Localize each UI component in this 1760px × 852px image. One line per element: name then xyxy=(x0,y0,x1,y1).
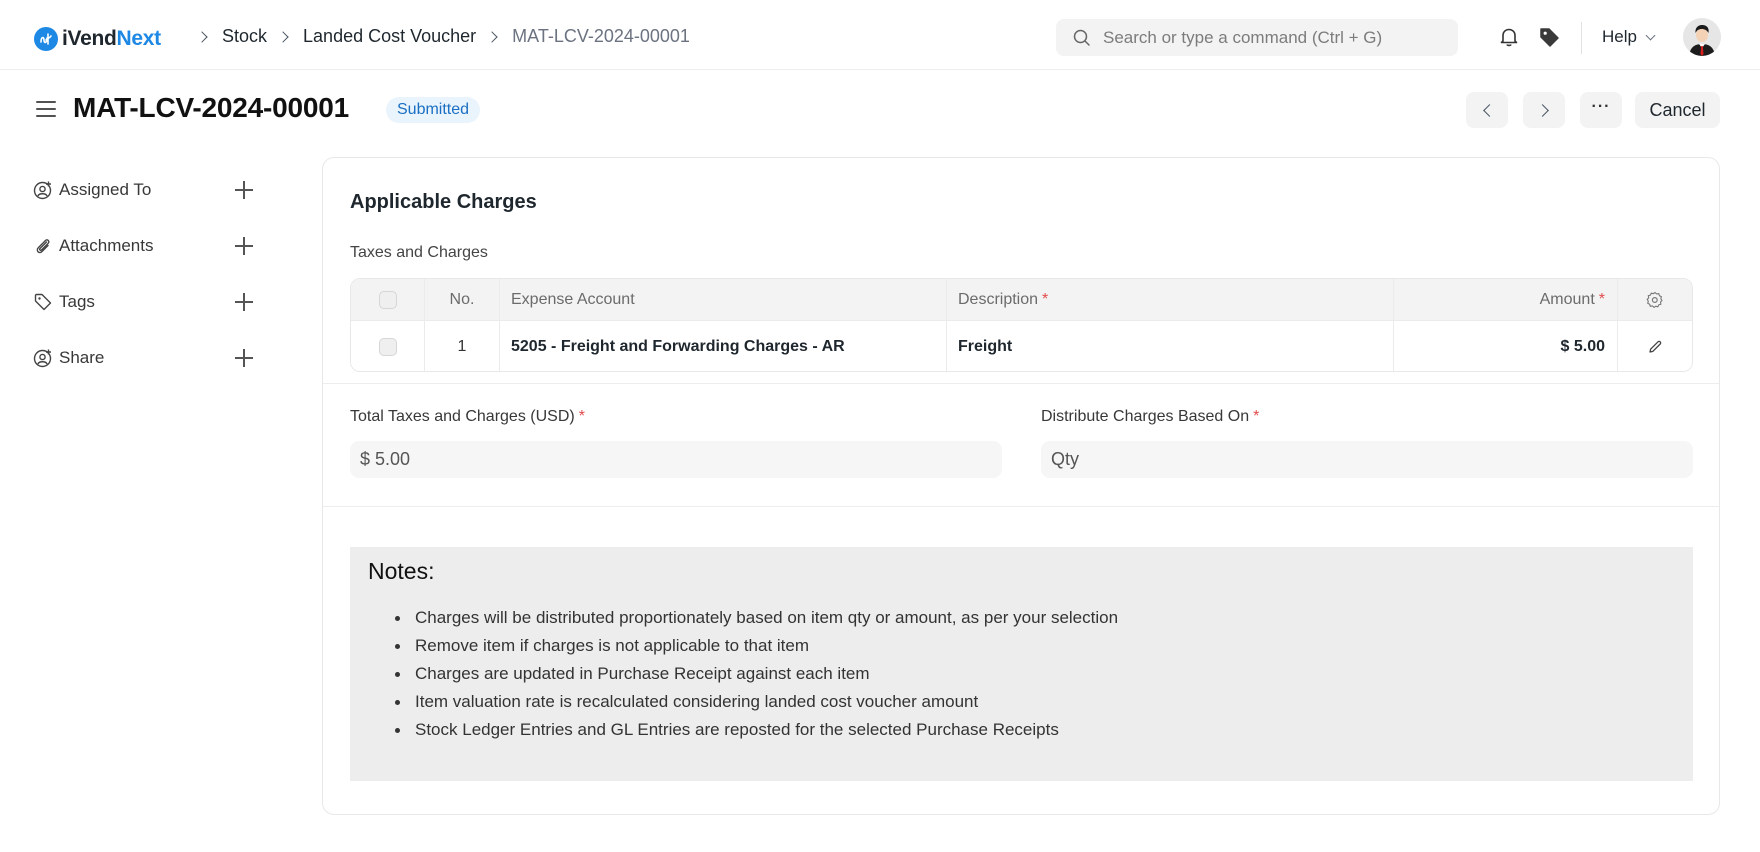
help-dropdown[interactable]: Help xyxy=(1602,27,1656,47)
pencil-icon xyxy=(1649,340,1662,353)
distribute-charges-label: Distribute Charges Based On * xyxy=(1041,408,1259,426)
app-name-part1: iVend xyxy=(62,27,117,50)
search-placeholder: Search or type a command (Ctrl + G) xyxy=(1103,27,1383,47)
note-item: Item valuation rate is recalculated cons… xyxy=(395,688,1675,716)
more-actions-button[interactable]: ··· xyxy=(1580,92,1622,128)
sidebar-item-label: Attachments xyxy=(59,236,154,255)
section-title: Applicable Charges xyxy=(350,191,537,213)
chevron-right-icon xyxy=(1535,103,1549,117)
table-row[interactable]: 1 5205 - Freight and Forwarding Charges … xyxy=(351,321,1692,371)
next-document-button[interactable] xyxy=(1523,92,1565,128)
edit-row-button[interactable] xyxy=(1618,321,1692,371)
row-checkbox[interactable] xyxy=(378,338,397,356)
header-expense-account: Expense Account xyxy=(500,279,947,320)
form-card: Applicable Charges Taxes and Charges No.… xyxy=(322,157,1720,815)
search-input[interactable]: Search or type a command (Ctrl + G) xyxy=(1056,19,1458,56)
sidebar-item-label: Assigned To xyxy=(59,180,152,199)
share-button[interactable] xyxy=(233,347,255,369)
total-taxes-field[interactable]: $ 5.00 xyxy=(350,441,1002,478)
breadcrumb-current: MAT-LCV-2024-00001 xyxy=(512,26,690,46)
row-description[interactable]: Freight xyxy=(947,321,1394,371)
chevron-left-icon xyxy=(1482,103,1496,117)
gear-icon xyxy=(1646,291,1663,308)
column-settings-button[interactable] xyxy=(1618,279,1692,320)
sidebar-item-label: Share xyxy=(59,348,105,367)
row-amount[interactable]: $ 5.00 xyxy=(1394,321,1618,371)
sidebar-item-attachments: Attachments xyxy=(33,231,255,261)
notes-list: Charges will be distributed proportionat… xyxy=(368,604,1675,744)
note-item: Charges will be distributed proportionat… xyxy=(395,604,1675,632)
tag-icon xyxy=(33,292,53,312)
previous-document-button[interactable] xyxy=(1466,92,1508,128)
sidebar-item-tags: Tags xyxy=(33,287,255,317)
user-plus-icon xyxy=(33,348,53,368)
add-attachment-button[interactable] xyxy=(233,235,255,257)
app-logo[interactable]: iVendNext xyxy=(34,27,161,51)
required-marker: * xyxy=(1253,408,1260,425)
table-header: No. Expense Account Description * Amount * xyxy=(351,279,1692,321)
note-item: Remove item if charges is not applicable… xyxy=(395,632,1675,660)
user-avatar[interactable] xyxy=(1683,18,1721,56)
header-description-label: Description xyxy=(958,290,1039,308)
sidebar-item-label: Tags xyxy=(59,292,95,311)
section-divider xyxy=(323,506,1719,507)
tag-icon[interactable] xyxy=(1538,26,1560,53)
note-item: Stock Ledger Entries and GL Entries are … xyxy=(395,716,1675,744)
add-assignee-button[interactable] xyxy=(233,179,255,201)
select-all-checkbox[interactable] xyxy=(378,290,397,309)
required-marker: * xyxy=(578,408,585,425)
row-checkbox-cell xyxy=(351,321,425,371)
breadcrumb: Stock Landed Cost Voucher MAT-LCV-2024-0… xyxy=(186,26,690,47)
note-item: Charges are updated in Purchase Receipt … xyxy=(395,660,1675,688)
table-label: Taxes and Charges xyxy=(350,244,488,261)
header-checkbox-cell xyxy=(351,279,425,320)
user-plus-icon xyxy=(33,180,53,200)
paperclip-icon xyxy=(33,236,53,256)
sidebar-toggle-button[interactable] xyxy=(36,99,56,119)
more-icon: ··· xyxy=(1591,98,1611,115)
total-taxes-label-text: Total Taxes and Charges (USD) xyxy=(350,408,575,425)
navbar: iVendNext Stock Landed Cost Voucher MAT-… xyxy=(0,0,1760,70)
section-divider xyxy=(323,383,1719,384)
status-badge: Submitted xyxy=(386,97,481,123)
chevron-right-icon xyxy=(196,30,208,43)
header-no: No. xyxy=(425,279,500,320)
distribute-charges-field[interactable]: Qty xyxy=(1041,441,1693,478)
row-no: 1 xyxy=(425,321,500,371)
required-marker: * xyxy=(1042,290,1049,308)
required-marker: * xyxy=(1598,290,1605,308)
chevron-right-icon xyxy=(486,30,498,43)
notes-title: Notes: xyxy=(368,558,435,584)
add-tag-button[interactable] xyxy=(233,291,255,313)
sidebar-item-assigned-to: Assigned To xyxy=(33,175,255,205)
app-name-part2: Next xyxy=(116,27,162,50)
chevron-right-icon xyxy=(277,30,289,43)
bell-icon[interactable] xyxy=(1498,26,1520,53)
taxes-charges-table: No. Expense Account Description * Amount *… xyxy=(350,278,1693,372)
cancel-button[interactable]: Cancel xyxy=(1635,92,1720,128)
chevron-down-icon xyxy=(1645,30,1656,40)
sidebar-item-share: Share xyxy=(33,343,255,373)
app-name: iVendNext xyxy=(62,27,161,51)
help-label: Help xyxy=(1602,27,1637,46)
search-icon xyxy=(1073,29,1090,46)
navbar-divider xyxy=(1581,22,1582,54)
breadcrumb-stock[interactable]: Stock xyxy=(222,26,267,47)
notes-panel: Notes: Charges will be distributed propo… xyxy=(350,547,1693,781)
breadcrumb-landed-cost-voucher[interactable]: Landed Cost Voucher xyxy=(303,26,476,47)
logo-icon xyxy=(34,27,58,51)
header-amount: Amount * xyxy=(1394,279,1618,320)
header-description: Description * xyxy=(947,279,1394,320)
distribute-charges-label-text: Distribute Charges Based On xyxy=(1041,408,1250,425)
page-title: MAT-LCV-2024-00001 xyxy=(73,92,350,123)
row-expense-account[interactable]: 5205 - Freight and Forwarding Charges - … xyxy=(500,321,947,371)
header-amount-label: Amount xyxy=(1539,290,1595,308)
total-taxes-label: Total Taxes and Charges (USD) * xyxy=(350,408,585,426)
